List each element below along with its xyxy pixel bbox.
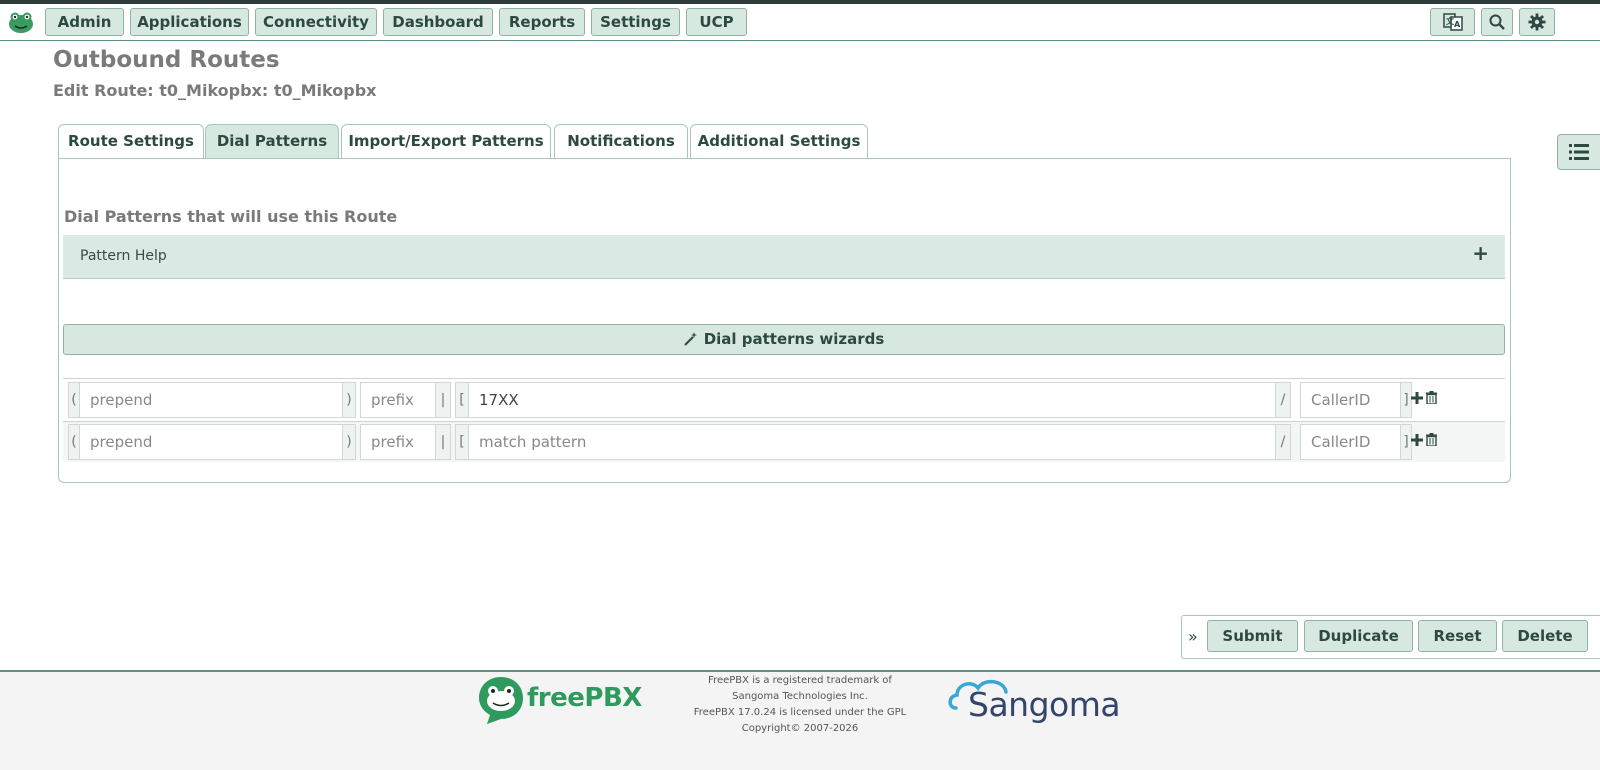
reset-button[interactable]: Reset [1418, 620, 1497, 652]
nav-connectivity[interactable]: Connectivity [255, 8, 377, 36]
tab-notifications[interactable]: Notifications [554, 124, 688, 158]
freepbx-logo-text: freePBX [527, 683, 642, 713]
match-pattern-input[interactable]: match pattern [468, 424, 1276, 460]
slash-addon: / [1275, 424, 1291, 460]
prepend-input[interactable]: prepend [79, 382, 343, 418]
add-row-plus-icon[interactable] [1411, 433, 1423, 446]
dial-pattern-row: ( prepend ) prefix | [ match pattern / C… [63, 422, 1505, 462]
collapse-action-bar-icon[interactable]: » [1188, 627, 1198, 646]
pattern-help-accordion[interactable]: Pattern Help + [63, 235, 1505, 279]
search-button[interactable] [1481, 8, 1513, 36]
close-paren-addon: ) [342, 382, 356, 418]
language-button[interactable]: 文 A [1430, 8, 1475, 36]
nav-ucp[interactable]: UCP [686, 8, 747, 36]
prefix-input[interactable]: prefix [360, 424, 436, 460]
match-pattern-input[interactable]: 17XX [468, 382, 1276, 418]
nav-applications[interactable]: Applications [130, 8, 249, 36]
trash-icon[interactable] [1426, 433, 1437, 446]
search-icon [1489, 14, 1505, 30]
settings-button[interactable] [1519, 8, 1555, 36]
freepbx-logo-icon [479, 677, 523, 724]
page-title: Outbound Routes [53, 47, 280, 73]
translate-icon: 文 A [1442, 13, 1463, 31]
side-menu-toggle[interactable] [1557, 134, 1600, 170]
plus-icon: + [1472, 241, 1489, 265]
dial-pattern-row: ( prepend ) prefix | [ 17XX / CallerID ] [63, 380, 1505, 420]
nav-admin[interactable]: Admin [45, 8, 124, 36]
tab-dial-patterns[interactable]: Dial Patterns [205, 124, 339, 158]
submit-button[interactable]: Submit [1207, 620, 1298, 652]
tab-route-settings[interactable]: Route Settings [58, 124, 204, 158]
section-title: Dial Patterns that will use this Route [64, 207, 398, 226]
dial-patterns-wizards-button[interactable]: Dial patterns wizards [63, 324, 1505, 355]
callerid-input[interactable]: CallerID [1300, 382, 1401, 418]
row-divider [63, 378, 1505, 379]
footer-line: FreePBX is a registered trademark of [708, 675, 892, 686]
tab-import-export-patterns[interactable]: Import/Export Patterns [341, 124, 551, 158]
footer-legal: FreePBX is a registered trademark of San… [690, 673, 910, 737]
trash-icon[interactable] [1426, 391, 1437, 404]
sangoma-logo-text: Sangoma [968, 685, 1121, 724]
list-icon [1569, 144, 1589, 160]
nav-settings[interactable]: Settings [591, 8, 680, 36]
callerid-input[interactable]: CallerID [1300, 424, 1401, 460]
open-bracket-addon: [ [455, 424, 469, 460]
nav-dashboard[interactable]: Dashboard [383, 8, 493, 36]
slash-addon: / [1275, 382, 1291, 418]
duplicate-button[interactable]: Duplicate [1304, 620, 1413, 652]
wizard-label: Dial patterns wizards [703, 330, 885, 348]
top-navbar: Admin Applications Connectivity Dashboar… [0, 4, 1600, 41]
page-subtitle: Edit Route: t0_Mikopbx: t0_Mikopbx [53, 81, 377, 100]
footer-line: Sangoma Technologies Inc. [732, 691, 868, 702]
prefix-input[interactable]: prefix [360, 382, 436, 418]
footer-line: FreePBX 17.0.24 is licensed under the GP… [693, 707, 907, 718]
footer-line: Copyright© 2007-2026 [741, 723, 859, 734]
open-bracket-addon: [ [455, 382, 469, 418]
pipe-addon: | [435, 424, 451, 460]
freepbx-frog-icon[interactable] [7, 10, 35, 34]
close-paren-addon: ) [342, 424, 356, 460]
nav-reports[interactable]: Reports [499, 8, 585, 36]
pattern-help-label: Pattern Help [80, 248, 167, 264]
prepend-input[interactable]: prepend [79, 424, 343, 460]
tab-additional-settings[interactable]: Additional Settings [690, 124, 868, 158]
pipe-addon: | [435, 382, 451, 418]
add-row-plus-icon[interactable] [1411, 391, 1423, 404]
svg-text:A: A [1454, 20, 1461, 29]
gear-icon [1528, 13, 1546, 31]
delete-button[interactable]: Delete [1502, 620, 1588, 652]
magic-wand-icon [683, 332, 697, 346]
